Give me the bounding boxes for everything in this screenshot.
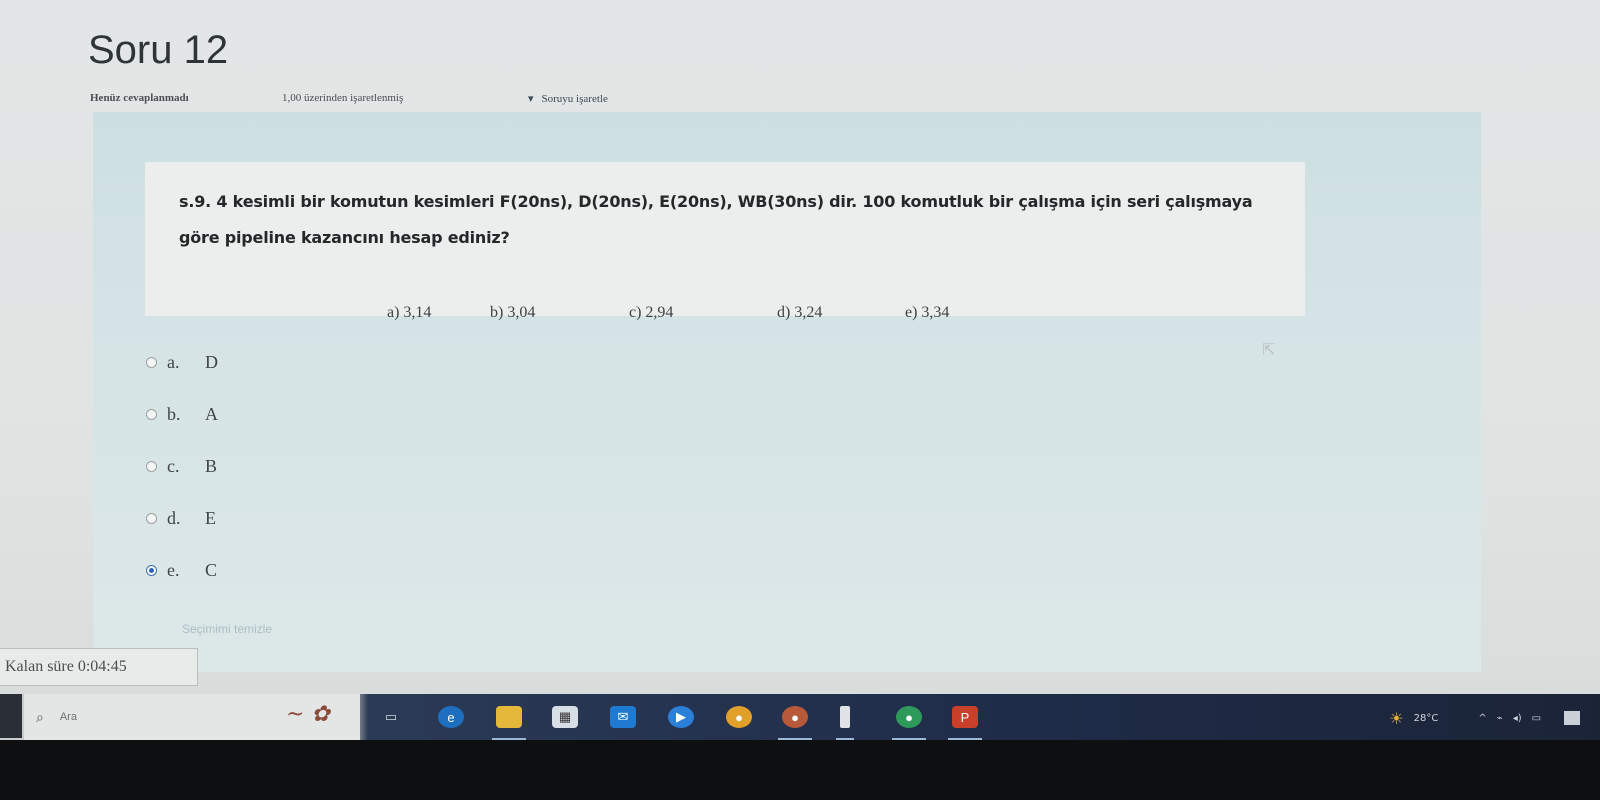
- option-letter: e.: [167, 559, 180, 580]
- page-title: Soru 12: [88, 28, 229, 72]
- chrome-alt-icon[interactable]: ●: [892, 706, 926, 740]
- notification-icon[interactable]: [1564, 711, 1580, 725]
- chrome-icon[interactable]: ●: [726, 706, 752, 728]
- option-value: A: [205, 403, 218, 424]
- search-placeholder: Ara: [59, 711, 77, 723]
- question-choice: d) 3,24: [777, 304, 823, 321]
- option-value: B: [205, 455, 218, 476]
- question-text: s.9. 4 kesimli bir komutun kesimleri F(2…: [179, 192, 1253, 247]
- timer-label: Kalan süre: [5, 658, 74, 675]
- question-choice: a) 3,14: [387, 304, 432, 321]
- battery-icon[interactable]: ▭: [1532, 713, 1541, 724]
- question-points: 1,00 üzerinden işaretlenmiş: [282, 92, 404, 104]
- powerpoint-icon[interactable]: P: [948, 706, 982, 740]
- timer-box: Kalan süre 0:04:45: [0, 648, 198, 686]
- media-player-icon[interactable]: ▶: [668, 706, 694, 728]
- network-icon[interactable]: ⌁: [1497, 713, 1503, 724]
- option-value: D: [205, 351, 218, 372]
- answer-option-d[interactable]: d. E: [146, 503, 216, 533]
- answer-option-a[interactable]: a. D: [146, 347, 218, 377]
- radio-button[interactable]: [146, 512, 157, 524]
- option-letter: a.: [167, 351, 180, 372]
- radio-button[interactable]: [146, 356, 157, 368]
- option-letter: d.: [167, 507, 181, 528]
- search-highlight-art: ~ ✿: [286, 702, 330, 727]
- radio-button[interactable]: [146, 460, 157, 472]
- system-tray: ☀ 28°C ^ ⌁ ◂) ▭: [1379, 706, 1580, 730]
- radio-button-selected[interactable]: [146, 564, 157, 576]
- question-choice: e) 3,34: [905, 304, 950, 321]
- option-value: E: [205, 507, 216, 528]
- option-letter: c.: [167, 455, 180, 476]
- weather-temp[interactable]: 28°C: [1414, 713, 1439, 724]
- mail-icon[interactable]: ✉: [610, 706, 636, 728]
- chevron-up-icon[interactable]: ^: [1478, 713, 1486, 724]
- question-choice: b) 3,04: [490, 304, 536, 321]
- question-choice: c) 2,94: [629, 304, 674, 321]
- clock[interactable]: [1551, 713, 1554, 724]
- file-explorer-icon[interactable]: [492, 706, 526, 740]
- flag-icon: ▾: [528, 93, 534, 105]
- edge-icon[interactable]: e: [438, 706, 464, 728]
- task-view-icon[interactable]: ▭: [378, 706, 404, 728]
- search-icon: ⌕: [36, 708, 44, 725]
- answer-option-c[interactable]: c. B: [146, 451, 217, 481]
- screen-bezel: [0, 740, 1600, 800]
- volume-icon[interactable]: ◂): [1513, 713, 1522, 724]
- phone-icon[interactable]: [836, 706, 854, 740]
- answer-option-e[interactable]: e. C: [146, 555, 217, 585]
- question-status: Henüz cevaplanmadı: [90, 92, 189, 104]
- clear-choice-link[interactable]: Seçimimi temizle: [182, 622, 272, 636]
- store-icon[interactable]: ▦: [552, 706, 578, 728]
- question-choices: a) 3,14 b) 3,04 c) 2,94 d) 3,24 e) 3,34: [145, 304, 1305, 328]
- question-content: s.9. 4 kesimli bir komutun kesimleri F(2…: [93, 112, 1481, 672]
- option-value: C: [205, 559, 218, 580]
- timer-value: 0:04:45: [77, 658, 127, 675]
- answer-option-b[interactable]: b. A: [146, 399, 218, 429]
- chrome-profile-icon[interactable]: ●: [778, 706, 812, 740]
- option-letter: b.: [167, 403, 181, 424]
- radio-button[interactable]: [146, 408, 157, 420]
- mouse-cursor-icon: ⇱: [1262, 342, 1276, 359]
- flag-question-label: Soruyu işaretle: [541, 93, 608, 105]
- weather-icon[interactable]: ☀: [1389, 709, 1403, 728]
- question-text-box: s.9. 4 kesimli bir komutun kesimleri F(2…: [145, 162, 1305, 321]
- start-button[interactable]: [0, 694, 22, 738]
- flag-question-link[interactable]: ▾ Soruyu işaretle: [528, 92, 608, 105]
